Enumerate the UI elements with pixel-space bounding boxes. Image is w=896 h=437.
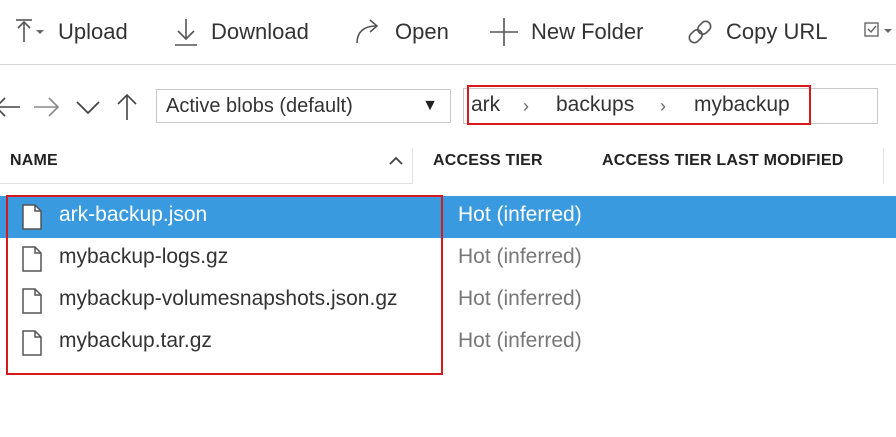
breadcrumb-item-ark[interactable]: ark xyxy=(471,93,500,117)
access-tier-value: Hot (inferred) xyxy=(458,287,582,310)
file-icon xyxy=(22,246,42,272)
dropdown-caret-icon: ▼ xyxy=(422,97,438,114)
column-divider xyxy=(412,148,413,184)
blob-view-select[interactable]: Active blobs (default) ▼ xyxy=(156,89,451,123)
up-icon xyxy=(117,93,137,120)
upload-button[interactable]: Upload xyxy=(14,10,128,54)
blob-view-select-value: Active blobs (default) xyxy=(166,94,353,117)
file-name: mybackup-volumesnapshots.json.gz xyxy=(59,287,398,310)
back-icon xyxy=(0,97,20,117)
table-row[interactable]: mybackup.tar.gz Hot (inferred) xyxy=(0,322,896,364)
upload-icon xyxy=(16,19,44,42)
recent-locations-button[interactable] xyxy=(71,90,105,124)
open-icon xyxy=(356,19,379,44)
header-divider xyxy=(0,183,412,184)
copy-url-label: Copy URL xyxy=(726,19,828,44)
file-icon xyxy=(22,330,42,356)
table-row[interactable]: mybackup-logs.gz Hot (inferred) xyxy=(0,238,896,280)
breadcrumb-separator-icon: › xyxy=(523,96,529,116)
file-name: ark-backup.json xyxy=(59,203,208,226)
column-divider xyxy=(883,148,884,184)
up-button[interactable] xyxy=(110,90,144,124)
access-tier-value: Hot (inferred) xyxy=(458,203,582,226)
more-actions-button[interactable] xyxy=(862,10,896,54)
column-header-access-tier-last-modified[interactable]: ACCESS TIER LAST MODIFIED xyxy=(602,152,843,170)
file-name: mybackup-logs.gz xyxy=(59,245,229,268)
access-tier-value: Hot (inferred) xyxy=(458,329,582,352)
toolbar-divider xyxy=(0,64,896,65)
column-header-access-tier[interactable]: ACCESS TIER xyxy=(433,152,543,170)
file-icon xyxy=(22,204,42,230)
upload-label: Upload xyxy=(58,19,128,44)
table-row[interactable]: mybackup-volumesnapshots.json.gz Hot (in… xyxy=(0,280,896,322)
new-folder-button[interactable]: New Folder xyxy=(488,10,643,54)
more-actions-icon xyxy=(864,22,892,37)
toolbar: Upload Download Open New Folder Copy URL xyxy=(0,0,896,64)
download-button[interactable]: Download xyxy=(172,10,309,54)
breadcrumb-separator-icon: › xyxy=(660,96,666,116)
breadcrumb-item-backups[interactable]: backups xyxy=(556,93,634,117)
download-icon xyxy=(175,19,197,46)
file-name: mybackup.tar.gz xyxy=(59,329,212,352)
open-button[interactable]: Open xyxy=(354,10,449,54)
open-label: Open xyxy=(395,19,449,44)
access-tier-value: Hot (inferred) xyxy=(458,245,582,268)
sort-ascending-icon xyxy=(389,156,403,165)
breadcrumb-item-mybackup[interactable]: mybackup xyxy=(694,93,790,117)
table-row[interactable]: ark-backup.json Hot (inferred) xyxy=(0,196,896,238)
new-folder-icon xyxy=(490,18,518,46)
copy-url-button[interactable]: Copy URL xyxy=(684,10,827,54)
back-button[interactable] xyxy=(0,90,24,124)
copy-url-icon xyxy=(688,20,712,44)
file-icon xyxy=(22,288,42,314)
forward-icon xyxy=(34,97,60,117)
new-folder-label: New Folder xyxy=(531,19,644,44)
download-label: Download xyxy=(211,19,309,44)
forward-button[interactable] xyxy=(30,90,64,124)
chevron-down-icon xyxy=(76,101,100,115)
column-header-name[interactable]: NAME xyxy=(10,152,58,170)
